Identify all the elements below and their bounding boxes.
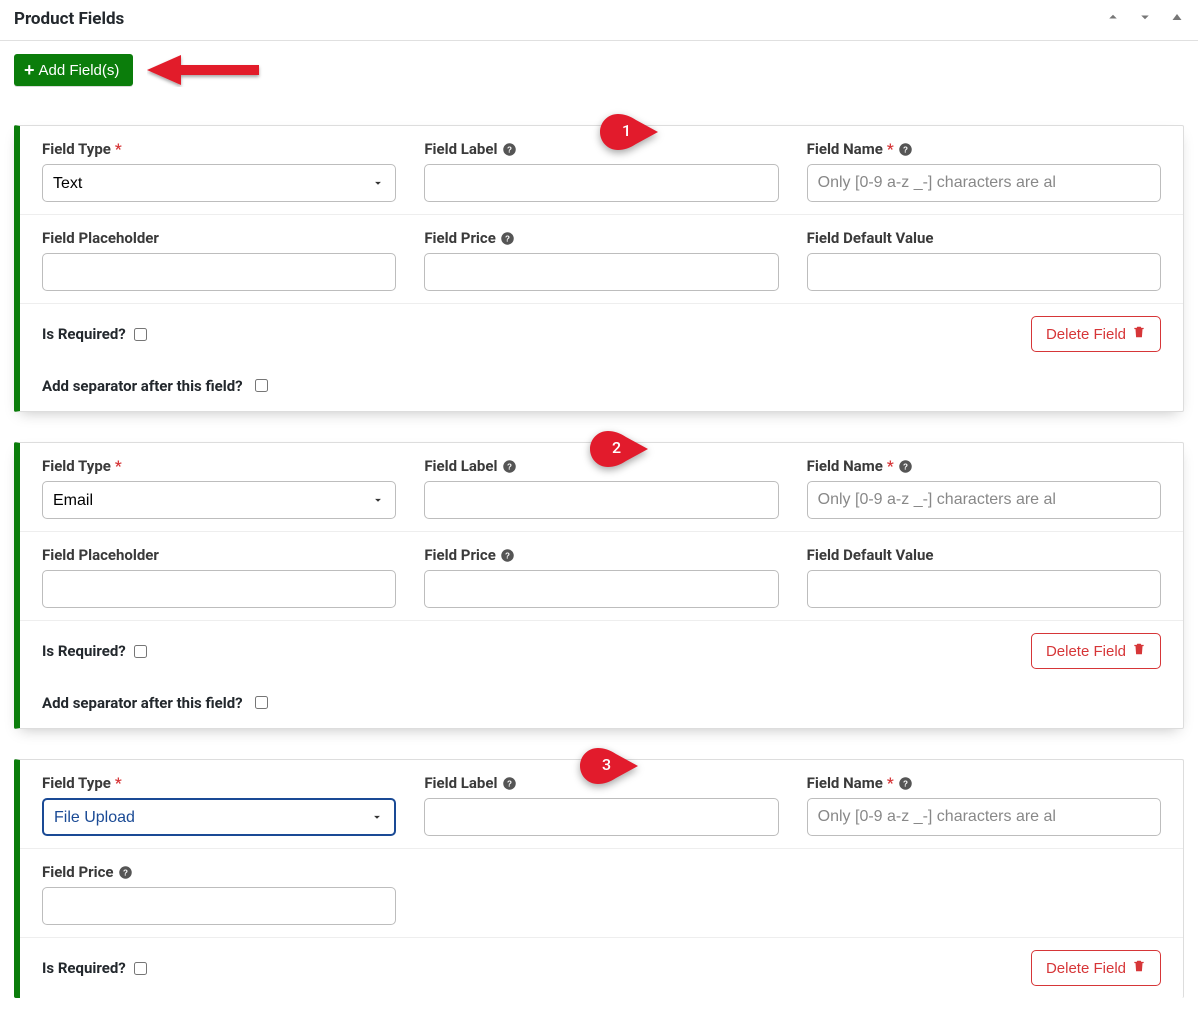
help-icon[interactable]: ? (501, 458, 517, 474)
field-price-label: Field Price ? (42, 863, 134, 881)
help-icon[interactable]: ? (501, 775, 517, 791)
card-row-2: Field Placeholder Field Price ? Field De… (20, 532, 1183, 621)
field-type-label: Field Type* (42, 774, 122, 792)
card-row-separator: Add separator after this field? (20, 681, 1183, 728)
panel-title: Product Fields (14, 9, 124, 29)
annotation-badge-1: 1 (600, 114, 660, 154)
collapse-triangle-icon[interactable] (1168, 8, 1186, 30)
field-label-input[interactable] (424, 798, 778, 836)
field-label-label: Field Label ? (424, 457, 517, 475)
add-separator-label: Add separator after this field? (42, 377, 243, 395)
add-separator-checkbox[interactable] (255, 696, 268, 709)
field-price-input[interactable] (424, 253, 778, 291)
svg-text:?: ? (903, 779, 908, 788)
plus-icon: + (24, 61, 35, 79)
help-icon[interactable]: ? (898, 458, 914, 474)
delete-field-button[interactable]: Delete Field (1031, 950, 1161, 986)
card-row-2: Field Placeholder Field Price ? Field De… (20, 215, 1183, 304)
is-required-checkbox[interactable] (134, 645, 147, 658)
svg-text:?: ? (507, 779, 512, 788)
field-type-select[interactable]: Email (42, 481, 396, 519)
delete-field-button[interactable]: Delete Field (1031, 316, 1161, 352)
add-fields-label: Add Field(s) (39, 62, 120, 79)
annotation-arrow-icon (147, 53, 267, 87)
is-required-checkbox[interactable] (134, 962, 147, 975)
field-label-label: Field Label ? (424, 774, 517, 792)
svg-text:?: ? (507, 145, 512, 154)
annotation-badge-2: 2 (590, 431, 650, 471)
field-name-label: Field Name* ? (807, 774, 914, 792)
svg-text:?: ? (507, 462, 512, 471)
add-separator-checkbox[interactable] (255, 379, 268, 392)
chevron-up-icon[interactable] (1104, 8, 1122, 30)
field-default-input[interactable] (807, 253, 1161, 291)
field-price-input[interactable] (424, 570, 778, 608)
card-row-2: Field Price ? (20, 849, 1183, 938)
is-required-label: Is Required? (42, 325, 126, 343)
is-required-label: Is Required? (42, 959, 126, 977)
card-row-delete: Is Required? Delete Field (20, 304, 1183, 364)
field-card: 1 Field Type* Text Field Label ? (14, 125, 1184, 412)
add-fields-button[interactable]: + Add Field(s) (14, 54, 133, 86)
trash-icon (1132, 959, 1146, 977)
svg-text:?: ? (903, 462, 908, 471)
field-placeholder-label: Field Placeholder (42, 546, 159, 564)
is-required-label: Is Required? (42, 642, 126, 660)
field-default-label: Field Default Value (807, 546, 934, 564)
annotation-badge-3: 3 (580, 748, 640, 788)
field-label-input[interactable] (424, 481, 778, 519)
field-name-input[interactable] (807, 164, 1161, 202)
field-type-label: Field Type* (42, 140, 122, 158)
field-default-label: Field Default Value (807, 229, 934, 247)
field-type-select[interactable]: Text (42, 164, 396, 202)
field-name-label: Field Name* ? (807, 457, 914, 475)
panel-header-controls (1104, 8, 1186, 30)
cards-container: 1 Field Type* Text Field Label ? (0, 91, 1198, 998)
help-icon[interactable]: ? (500, 547, 516, 563)
field-name-input[interactable] (807, 481, 1161, 519)
field-name-input[interactable] (807, 798, 1161, 836)
field-label-input[interactable] (424, 164, 778, 202)
card-row-delete: Is Required? Delete Field (20, 938, 1183, 998)
toolbar: + Add Field(s) (0, 41, 1198, 91)
card-row-separator: Add separator after this field? (20, 364, 1183, 411)
delete-field-button[interactable]: Delete Field (1031, 633, 1161, 669)
field-card: 3 Field Type* File Upload Field Label ? (14, 759, 1184, 998)
field-placeholder-label: Field Placeholder (42, 229, 159, 247)
field-price-input[interactable] (42, 887, 396, 925)
field-label-label: Field Label ? (424, 140, 517, 158)
card-row-delete: Is Required? Delete Field (20, 621, 1183, 681)
field-default-input[interactable] (807, 570, 1161, 608)
help-icon[interactable]: ? (898, 141, 914, 157)
field-price-label: Field Price ? (424, 229, 516, 247)
trash-icon (1132, 325, 1146, 343)
field-type-select[interactable]: File Upload (42, 798, 396, 836)
field-name-label: Field Name* ? (807, 140, 914, 158)
help-icon[interactable]: ? (118, 864, 134, 880)
field-card: 2 Field Type* Email Field Label ? (14, 442, 1184, 729)
svg-text:?: ? (505, 551, 510, 560)
add-separator-label: Add separator after this field? (42, 694, 243, 712)
svg-text:?: ? (123, 868, 128, 877)
field-placeholder-input[interactable] (42, 570, 396, 608)
help-icon[interactable]: ? (500, 230, 516, 246)
field-price-label: Field Price ? (424, 546, 516, 564)
field-placeholder-input[interactable] (42, 253, 396, 291)
help-icon[interactable]: ? (898, 775, 914, 791)
chevron-down-icon[interactable] (1136, 8, 1154, 30)
help-icon[interactable]: ? (501, 141, 517, 157)
product-fields-panel: Product Fields + Add Field(s) (0, 0, 1198, 998)
field-type-label: Field Type* (42, 457, 122, 475)
is-required-checkbox[interactable] (134, 328, 147, 341)
panel-header: Product Fields (0, 0, 1198, 41)
trash-icon (1132, 642, 1146, 660)
svg-text:?: ? (505, 234, 510, 243)
svg-text:?: ? (903, 145, 908, 154)
